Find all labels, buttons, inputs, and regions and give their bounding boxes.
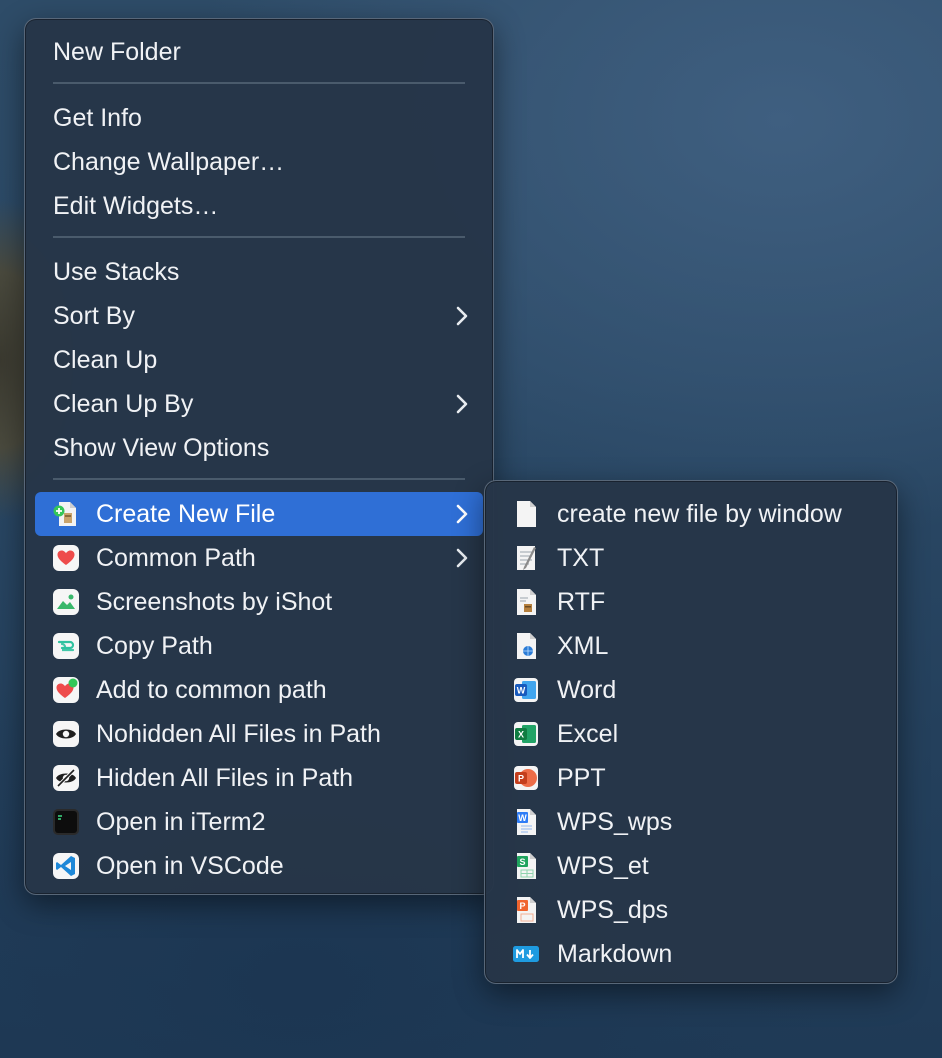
menu-item-label: Copy Path xyxy=(96,631,213,660)
menu-item-label: Use Stacks xyxy=(53,257,180,286)
menu-item-screenshots-by-ishot[interactable]: Screenshots by iShot xyxy=(35,580,483,624)
xml-file-icon xyxy=(513,633,539,659)
menu-item-label: Hidden All Files in Path xyxy=(96,763,354,792)
menu-item-use-stacks[interactable]: Use Stacks xyxy=(35,250,483,294)
submenu-item-word[interactable]: W Word xyxy=(495,668,887,712)
chevron-right-icon xyxy=(456,394,468,414)
submenu-item-txt[interactable]: TXT xyxy=(495,536,887,580)
menu-item-label: Open in VSCode xyxy=(96,851,284,880)
submenu-item-label: PPT xyxy=(557,763,606,792)
menu-item-label: Add to common path xyxy=(96,675,327,704)
vscode-icon xyxy=(53,853,79,879)
submenu-item-create-by-window[interactable]: create new file by window xyxy=(495,492,887,536)
svg-text:P: P xyxy=(518,774,524,784)
submenu-item-wps-et[interactable]: S WPS_et xyxy=(495,844,887,888)
excel-icon: X xyxy=(513,721,539,747)
menu-item-edit-widgets[interactable]: Edit Widgets… xyxy=(35,184,483,228)
powerpoint-icon: P xyxy=(513,765,539,791)
wps-writer-icon: W xyxy=(513,809,539,835)
submenu-item-excel[interactable]: X Excel xyxy=(495,712,887,756)
submenu-item-label: WPS_wps xyxy=(557,807,673,836)
submenu-item-label: create new file by window xyxy=(557,499,842,528)
chevron-right-icon xyxy=(456,504,468,524)
copy-path-icon xyxy=(53,633,79,659)
rtf-file-icon xyxy=(513,589,539,615)
menu-item-create-new-file[interactable]: Create New File xyxy=(35,492,483,536)
menu-item-new-folder[interactable]: New Folder xyxy=(35,30,483,74)
chevron-right-icon xyxy=(456,306,468,326)
wps-presentation-icon: P xyxy=(513,897,539,923)
menu-item-clean-up-by[interactable]: Clean Up By xyxy=(35,382,483,426)
menu-item-label: Get Info xyxy=(53,103,142,132)
iterm2-icon xyxy=(53,809,79,835)
word-icon: W xyxy=(513,677,539,703)
menu-item-sort-by[interactable]: Sort By xyxy=(35,294,483,338)
menu-item-open-in-vscode[interactable]: Open in VSCode xyxy=(35,844,483,888)
chevron-right-icon xyxy=(456,548,468,568)
blank-file-icon xyxy=(513,501,539,527)
menu-item-add-to-common-path[interactable]: Add to common path xyxy=(35,668,483,712)
menu-item-label: Common Path xyxy=(96,543,256,572)
desktop-context-menu: New Folder Get Info Change Wallpaper… Ed… xyxy=(24,18,494,895)
menu-item-label: Clean Up By xyxy=(53,389,194,418)
menu-item-label: Screenshots by iShot xyxy=(96,587,333,616)
menu-item-label: Create New File xyxy=(96,499,276,528)
menu-item-clean-up[interactable]: Clean Up xyxy=(35,338,483,382)
submenu-item-wps-wps[interactable]: W WPS_wps xyxy=(495,800,887,844)
menu-item-get-info[interactable]: Get Info xyxy=(35,96,483,140)
eye-slash-icon xyxy=(53,765,79,791)
create-file-icon xyxy=(53,501,79,527)
submenu-item-label: XML xyxy=(557,631,609,660)
menu-separator xyxy=(53,82,465,84)
menu-item-change-wallpaper[interactable]: Change Wallpaper… xyxy=(35,140,483,184)
eye-icon xyxy=(53,721,79,747)
menu-item-label: New Folder xyxy=(53,37,181,66)
menu-item-label: Change Wallpaper… xyxy=(53,147,285,176)
menu-separator xyxy=(53,478,465,480)
menu-item-open-in-iterm2[interactable]: Open in iTerm2 xyxy=(35,800,483,844)
svg-text:S: S xyxy=(519,857,525,867)
submenu-item-label: Excel xyxy=(557,719,619,748)
heart-plus-icon xyxy=(53,677,79,703)
menu-item-nohidden-all-files[interactable]: Nohidden All Files in Path xyxy=(35,712,483,756)
menu-item-label: Show View Options xyxy=(53,433,270,462)
submenu-item-xml[interactable]: XML xyxy=(495,624,887,668)
submenu-item-label: RTF xyxy=(557,587,606,616)
menu-item-label: Nohidden All Files in Path xyxy=(96,719,381,748)
menu-item-label: Edit Widgets… xyxy=(53,191,219,220)
submenu-item-markdown[interactable]: Markdown xyxy=(495,932,887,976)
submenu-item-ppt[interactable]: P PPT xyxy=(495,756,887,800)
submenu-item-rtf[interactable]: RTF xyxy=(495,580,887,624)
create-new-file-submenu: create new file by window TXT RTF XML W … xyxy=(484,480,898,984)
svg-text:X: X xyxy=(518,730,524,740)
menu-item-hidden-all-files[interactable]: Hidden All Files in Path xyxy=(35,756,483,800)
txt-file-icon xyxy=(513,545,539,571)
submenu-item-label: TXT xyxy=(557,543,605,572)
ishot-icon xyxy=(53,589,79,615)
svg-text:W: W xyxy=(517,686,526,696)
submenu-item-wps-dps[interactable]: P WPS_dps xyxy=(495,888,887,932)
menu-item-show-view-options[interactable]: Show View Options xyxy=(35,426,483,470)
markdown-icon xyxy=(513,941,539,967)
heart-icon xyxy=(53,545,79,571)
submenu-item-label: WPS_et xyxy=(557,851,649,880)
svg-text:P: P xyxy=(519,901,525,911)
wps-spreadsheet-icon: S xyxy=(513,853,539,879)
menu-item-label: Open in iTerm2 xyxy=(96,807,266,836)
svg-text:W: W xyxy=(518,813,527,823)
submenu-item-label: Word xyxy=(557,675,617,704)
submenu-item-label: Markdown xyxy=(557,939,673,968)
menu-item-common-path[interactable]: Common Path xyxy=(35,536,483,580)
menu-item-copy-path[interactable]: Copy Path xyxy=(35,624,483,668)
menu-item-label: Clean Up xyxy=(53,345,158,374)
submenu-item-label: WPS_dps xyxy=(557,895,669,924)
menu-separator xyxy=(53,236,465,238)
menu-item-label: Sort By xyxy=(53,301,135,330)
